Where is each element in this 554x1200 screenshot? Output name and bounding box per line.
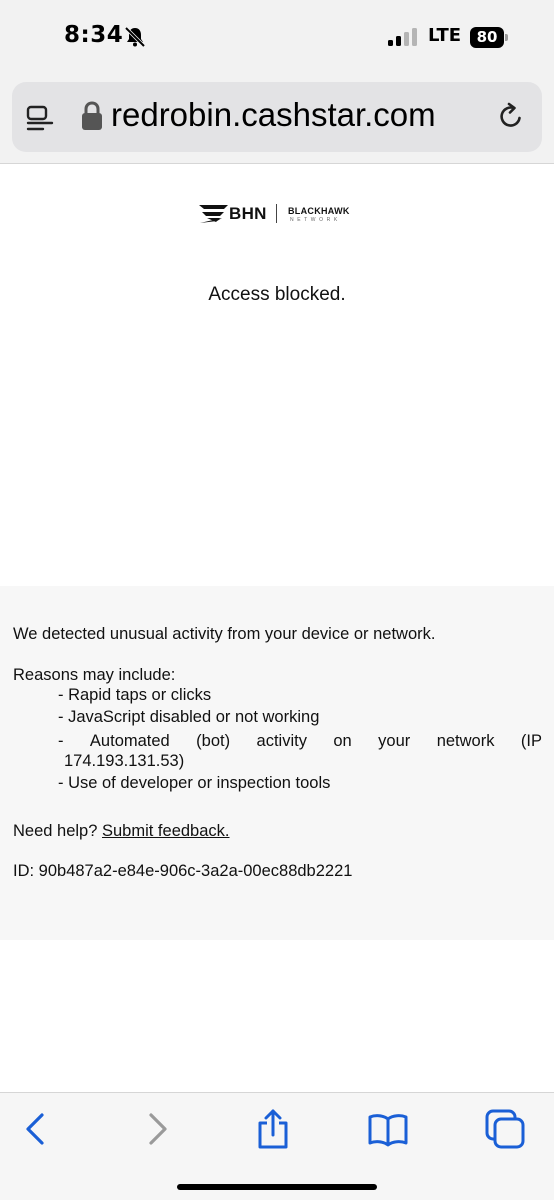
tabs-icon[interactable] — [483, 1107, 527, 1151]
page-title: Access blocked. — [208, 284, 346, 305]
bookmarks-icon[interactable] — [366, 1107, 410, 1151]
info-panel: We detected unusual activity from your d… — [0, 586, 554, 940]
battery-icon: 80 — [470, 27, 508, 48]
detection-message: We detected unusual activity from your d… — [13, 625, 436, 643]
hawk-mark-icon — [199, 205, 228, 223]
reason-item-automated-ip: 174.193.131.53) — [64, 752, 185, 770]
request-id: ID: 90b487a2-e84e-906c-3a2a-00ec88db2221 — [13, 862, 353, 880]
logo-divider — [276, 204, 277, 223]
reason-item: - Use of developer or inspection tools — [58, 774, 331, 792]
submit-feedback-link[interactable]: Submit feedback. — [102, 822, 230, 840]
home-indicator[interactable] — [177, 1184, 377, 1190]
logo-tagline: NETWORK — [290, 217, 341, 223]
status-time: 8:34 — [64, 22, 124, 48]
network-type: LTE — [428, 25, 462, 46]
address-bar[interactable]: redrobin.cashstar.com — [12, 82, 542, 152]
reason-item: - JavaScript disabled or not working — [58, 708, 320, 726]
back-icon[interactable] — [14, 1107, 58, 1151]
forward-icon[interactable] — [135, 1107, 179, 1151]
browser-address-area: redrobin.cashstar.com — [0, 72, 554, 164]
signal-icon — [388, 28, 417, 46]
reader-icon[interactable] — [26, 104, 54, 132]
reason-item-automated: - Automated (bot) activity on your netwo… — [58, 732, 542, 750]
reload-icon[interactable] — [496, 101, 526, 131]
reasons-title: Reasons may include: — [13, 666, 176, 684]
lock-icon — [82, 101, 102, 130]
bhn-logo: BHN BLACKHAWK NETWORK — [198, 200, 360, 228]
help-prefix: Need help? — [13, 822, 98, 840]
share-icon[interactable] — [251, 1107, 295, 1151]
reason-item: - Rapid taps or clicks — [58, 686, 212, 704]
logo-company: BLACKHAWK — [288, 206, 350, 216]
url-text[interactable]: redrobin.cashstar.com — [111, 96, 436, 134]
bell-slash-icon — [124, 26, 146, 48]
status-bar: 8:34 LTE 80 — [0, 0, 554, 72]
logo-brand: BHN — [229, 204, 267, 223]
help-line: Need help? Submit feedback. — [13, 822, 230, 841]
battery-level: 80 — [476, 28, 498, 46]
